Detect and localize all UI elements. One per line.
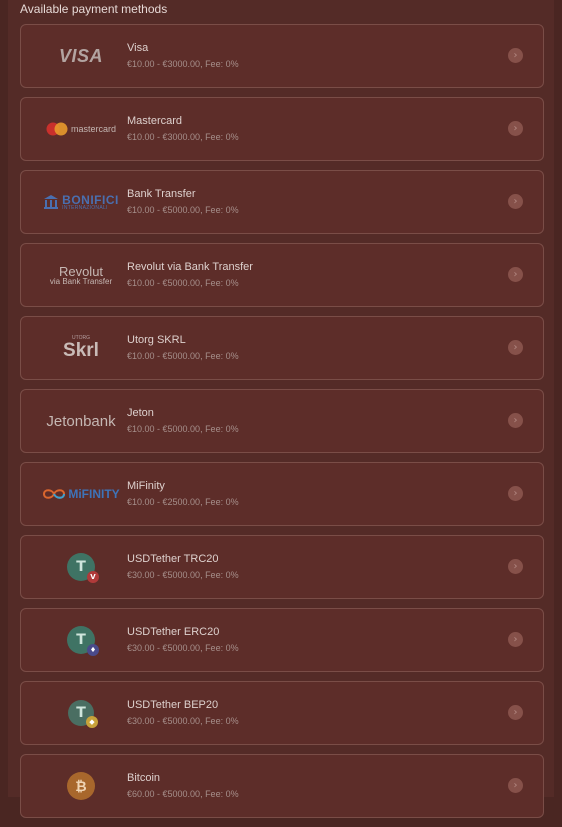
section-heading: Available payment methods: [20, 2, 168, 16]
payment-method-usdt-trc20[interactable]: TV USDTether TRC20 €30.00 - €5000.00, Fe…: [20, 535, 544, 599]
bonifici-logo: BONIFICI INTERNAZIONALI: [27, 171, 135, 233]
method-name: USDTether TRC20: [127, 553, 219, 565]
tether-trc20-icon: TV: [27, 536, 135, 598]
method-name: Revolut via Bank Transfer: [127, 261, 253, 273]
payment-method-mifinity[interactable]: MiFINITY MiFinity €10.00 - €2500.00, Fee…: [20, 462, 544, 526]
mifinity-logo: MiFINITY: [27, 463, 135, 525]
revolut-logo-text: Revolut: [58, 263, 104, 279]
tether-bep20-icon: T ◆: [27, 682, 135, 744]
method-name: USDTether ERC20: [127, 626, 220, 638]
method-limits: €30.00 - €5000.00, Fee: 0%: [127, 716, 239, 726]
method-name: Utorg SKRL: [127, 334, 186, 346]
method-name: Mastercard: [127, 115, 183, 127]
mifinity-logo-text: MiFINITY: [68, 487, 120, 501]
chevron-right-icon: ›: [508, 413, 523, 428]
method-limits: €10.00 - €2500.00, Fee: 0%: [127, 497, 239, 507]
bitcoin-icon: ₿: [27, 755, 135, 817]
jetonbank-logo-text: Jetonbank: [46, 412, 116, 430]
revolut-logo-subtext: via Bank Transfer: [49, 276, 113, 286]
bank-icon: [44, 195, 59, 209]
method-limits: €10.00 - €5000.00, Fee: 0%: [127, 351, 239, 361]
method-limits: €30.00 - €5000.00, Fee: 0%: [127, 643, 239, 653]
tether-coin-icon: T ◆: [68, 700, 98, 728]
payment-method-revolut[interactable]: Revolut via Bank Transfer Revolut via Ba…: [20, 243, 544, 307]
skrill-logo: UTORG Skrl: [27, 317, 135, 379]
method-limits: €10.00 - €3000.00, Fee: 0%: [127, 132, 239, 142]
tether-erc20-icon: T ♦: [27, 609, 135, 671]
ethereum-badge-icon: ♦: [87, 644, 99, 656]
payment-method-utorg-skrl[interactable]: UTORG Skrl Utorg SKRL €10.00 - €5000.00,…: [20, 316, 544, 380]
chevron-right-icon: ›: [508, 194, 523, 209]
payment-method-visa[interactable]: VISA Visa €10.00 - €3000.00, Fee: 0% ›: [20, 24, 544, 88]
payment-method-usdt-bep20[interactable]: T ◆ USDTether BEP20 €30.00 - €5000.00, Fe…: [20, 681, 544, 745]
method-limits: €60.00 - €5000.00, Fee: 0%: [127, 789, 239, 799]
payment-method-mastercard[interactable]: mastercard Mastercard €10.00 - €3000.00,…: [20, 97, 544, 161]
method-limits: €10.00 - €5000.00, Fee: 0%: [127, 424, 239, 434]
bitcoin-coin-icon: ₿: [67, 772, 95, 800]
visa-logo: VISA: [27, 25, 135, 87]
mastercard-logo-text: mastercard: [70, 124, 116, 134]
chevron-right-icon: ›: [508, 486, 523, 501]
payment-method-bitcoin[interactable]: ₿ Bitcoin €60.00 - €5000.00, Fee: 0% ›: [20, 754, 544, 818]
method-name: Bitcoin: [127, 772, 161, 784]
method-limits: €10.00 - €3000.00, Fee: 0%: [127, 59, 239, 69]
chevron-right-icon: ›: [508, 340, 523, 355]
chevron-right-icon: ›: [508, 705, 523, 720]
bnb-badge-icon: ◆: [86, 716, 98, 728]
bonifici-logo-subtext: INTERNAZIONALI: [62, 204, 108, 211]
chevron-right-icon: ›: [508, 559, 523, 574]
method-limits: €30.00 - €5000.00, Fee: 0%: [127, 570, 239, 580]
payment-method-usdt-erc20[interactable]: T ♦ USDTether ERC20 €30.00 - €5000.00, Fe…: [20, 608, 544, 672]
method-name: Visa: [127, 42, 149, 54]
bonifici-logo-text: BONIFICI: [62, 192, 119, 207]
visa-logo-text: VISA: [58, 45, 103, 66]
jetonbank-logo: Jetonbank: [27, 390, 135, 452]
infinity-icon: [43, 489, 66, 499]
method-name: USDTether BEP20: [127, 699, 219, 711]
mastercard-circles-icon: [46, 122, 68, 136]
skrill-logo-text: Skrl: [63, 340, 99, 361]
tron-badge-icon: V: [87, 571, 99, 583]
method-name: Jeton: [127, 407, 154, 419]
chevron-right-icon: ›: [508, 778, 523, 793]
payment-methods-list: VISA Visa €10.00 - €3000.00, Fee: 0% › m…: [20, 24, 544, 827]
chevron-right-icon: ›: [508, 267, 523, 282]
tether-coin-icon: TV: [67, 553, 99, 583]
mastercard-logo: mastercard: [27, 98, 135, 160]
tether-coin-icon: T ♦: [67, 626, 99, 656]
chevron-right-icon: ›: [508, 48, 523, 63]
method-name: Bank Transfer: [127, 188, 196, 200]
payment-method-jeton[interactable]: Jetonbank Jeton €10.00 - €5000.00, Fee: …: [20, 389, 544, 453]
payment-method-bank-transfer[interactable]: BONIFICI INTERNAZIONALI Bank Transfer €1…: [20, 170, 544, 234]
revolut-logo: Revolut via Bank Transfer: [27, 244, 135, 306]
method-limits: €10.00 - €5000.00, Fee: 0%: [127, 278, 239, 288]
method-name: MiFinity: [127, 480, 165, 492]
chevron-right-icon: ›: [508, 121, 523, 136]
method-limits: €10.00 - €5000.00, Fee: 0%: [127, 205, 239, 215]
chevron-right-icon: ›: [508, 632, 523, 647]
